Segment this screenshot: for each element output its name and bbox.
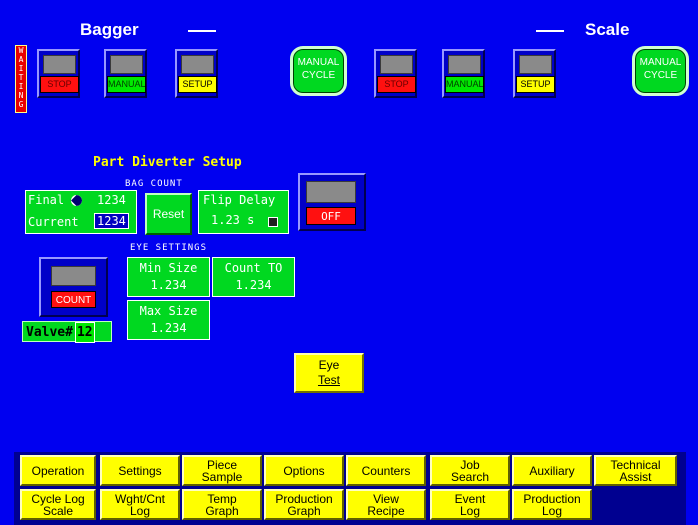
scale-setup-button[interactable]: SETUP xyxy=(513,49,556,98)
diverter-off-indicator xyxy=(306,181,356,203)
nav-options-button[interactable]: Options xyxy=(264,455,344,486)
nav-technical-assist-button[interactable]: Technical Assist xyxy=(594,455,677,486)
scale-manual-cycle-line1: MANUAL xyxy=(639,57,682,68)
current-label: Current xyxy=(28,215,79,229)
nav-job-search-button[interactable]: Job Search xyxy=(430,455,510,486)
scale-manual-indicator xyxy=(448,55,481,74)
bagger-manual-label: MANUAL xyxy=(107,76,146,93)
min-size-panel[interactable]: Min Size 1.234 xyxy=(127,257,210,297)
valve-number-field[interactable]: Valve# 12 xyxy=(22,321,112,343)
nav-cycle-log-scale-button[interactable]: Cycle Log Scale xyxy=(20,489,96,520)
diverter-off-label: OFF xyxy=(306,207,356,225)
bagger-stop-indicator xyxy=(43,55,76,74)
nav-auxiliary-button[interactable]: Auxiliary xyxy=(512,455,592,486)
bagger-manual-indicator xyxy=(110,55,143,74)
bag-count-panel: Final 1234 Current 1234 xyxy=(25,190,137,234)
scale-setup-indicator xyxy=(519,55,552,74)
part-diverter-title: Part Diverter Setup xyxy=(93,155,242,170)
bagger-stop-button[interactable]: STOP xyxy=(37,49,80,98)
nav-temp-graph-button[interactable]: Temp Graph xyxy=(182,489,262,520)
min-size-value: 1.234 xyxy=(150,278,187,292)
count-to-label: Count TO xyxy=(224,261,283,275)
final-status-bulb-icon xyxy=(71,195,82,206)
scale-manual-cycle-button[interactable]: MANUAL CYCLE xyxy=(632,46,689,96)
scale-stop-button[interactable]: STOP xyxy=(374,49,417,98)
nav-wght-cnt-log-button[interactable]: Wght/Cnt Log xyxy=(100,489,180,520)
current-value-field[interactable]: 1234 xyxy=(94,213,129,229)
valve-value: 12 xyxy=(74,322,95,343)
scale-title: Scale xyxy=(585,20,630,39)
eye-count-indicator xyxy=(51,266,96,286)
bagger-manual-cycle-line2: CYCLE xyxy=(301,70,336,81)
flip-delay-value[interactable]: 1.23 s xyxy=(211,213,254,227)
nav-settings-button[interactable]: Settings xyxy=(100,455,180,486)
eye-test-line1: Eye xyxy=(318,358,340,372)
nav-production-log-button[interactable]: Production Log xyxy=(512,489,592,520)
reset-button[interactable]: Reset xyxy=(145,193,192,235)
nav-piece-sample-button[interactable]: Piece Sample xyxy=(182,455,262,486)
bagger-manual-button[interactable]: MANUAL xyxy=(104,49,147,98)
scale-manual-cycle-line2: CYCLE xyxy=(643,70,678,81)
hmi-screen: Bagger Scale WAITING STOP MANUAL SETUP M… xyxy=(0,0,698,525)
max-size-value: 1.234 xyxy=(150,321,187,335)
scale-title-dash xyxy=(536,30,564,32)
bagger-setup-label: SETUP xyxy=(178,76,217,93)
bagger-setup-button[interactable]: SETUP xyxy=(175,49,218,98)
max-size-label: Max Size xyxy=(139,304,198,318)
max-size-panel[interactable]: Max Size 1.234 xyxy=(127,300,210,340)
scale-setup-label: SETUP xyxy=(516,76,555,93)
final-value[interactable]: 1234 xyxy=(97,193,126,207)
scale-manual-button[interactable]: MANUAL xyxy=(442,49,485,98)
count-to-value: 1.234 xyxy=(235,278,272,292)
bagger-manual-cycle-button[interactable]: MANUAL CYCLE xyxy=(290,46,347,96)
nav-production-graph-button[interactable]: Production Graph xyxy=(264,489,344,520)
flip-delay-spinner-icon[interactable] xyxy=(268,217,278,227)
nav-event-log-button[interactable]: Event Log xyxy=(430,489,510,520)
flip-delay-panel: Flip Delay 1.23 s xyxy=(198,190,289,234)
bagger-title-dash xyxy=(188,30,216,32)
nav-operation-button[interactable]: Operation xyxy=(20,455,96,486)
final-label: Final xyxy=(28,193,65,207)
eye-test-line2: Test xyxy=(317,373,340,387)
scale-stop-label: STOP xyxy=(377,76,416,93)
diverter-off-button[interactable]: OFF xyxy=(298,173,366,231)
min-size-label: Min Size xyxy=(139,261,198,275)
bagger-title: Bagger xyxy=(80,20,139,39)
bagger-manual-cycle-line1: MANUAL xyxy=(297,57,340,68)
bag-count-section-label: BAG COUNT xyxy=(125,179,183,189)
bagger-stop-label: STOP xyxy=(40,76,79,93)
waiting-status-indicator: WAITING xyxy=(15,45,27,113)
bagger-setup-indicator xyxy=(181,55,214,74)
flip-delay-label: Flip Delay xyxy=(203,193,276,207)
eye-count-button[interactable]: COUNT xyxy=(39,257,108,317)
nav-view-recipe-button[interactable]: View Recipe xyxy=(346,489,426,520)
eye-test-button[interactable]: Eye Test xyxy=(294,353,364,393)
nav-counters-button[interactable]: Counters xyxy=(346,455,426,486)
scale-stop-indicator xyxy=(380,55,413,74)
count-to-panel[interactable]: Count TO 1.234 xyxy=(212,257,295,297)
eye-settings-section-label: EYE SETTINGS xyxy=(130,243,208,253)
eye-count-label: COUNT xyxy=(51,291,96,308)
valve-label: Valve# xyxy=(26,325,73,340)
scale-manual-label: MANUAL xyxy=(445,76,484,93)
